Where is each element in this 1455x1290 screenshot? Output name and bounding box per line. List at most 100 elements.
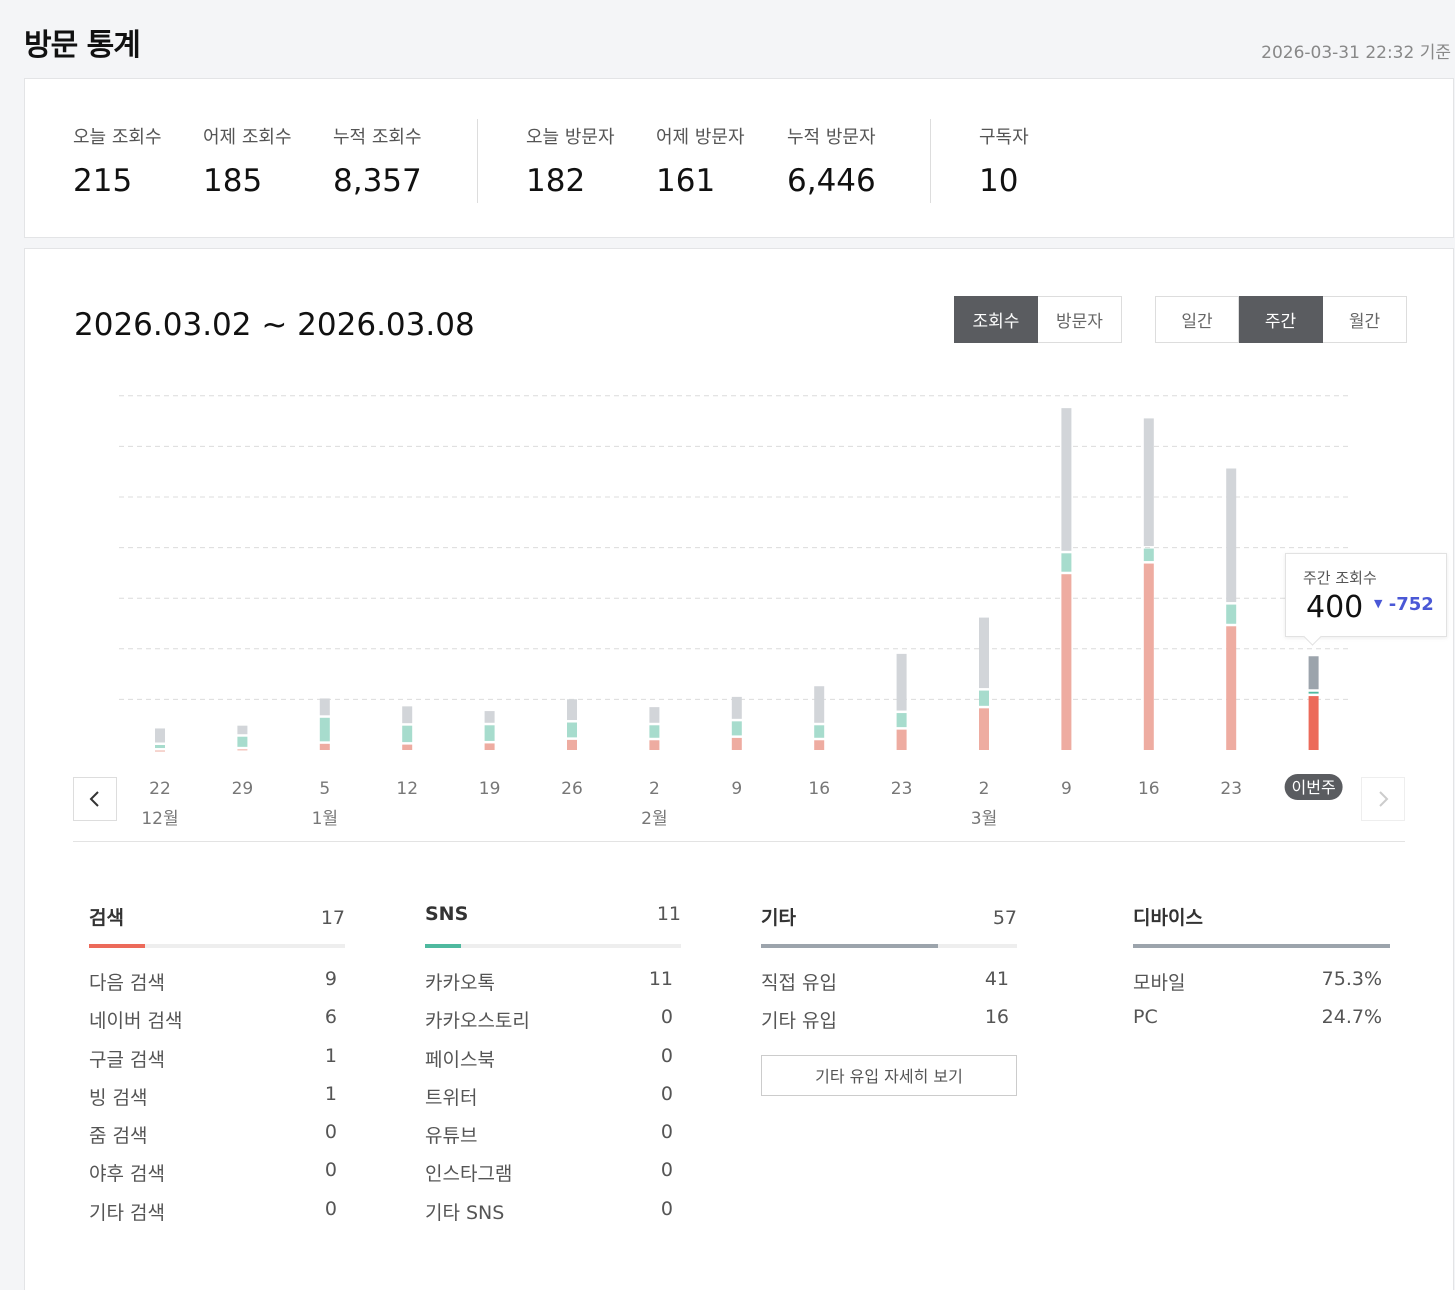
list-item: 네이버 검색 6 [89,1006,345,1044]
x-tick-label: 19 [479,779,501,799]
list-item: 야후 검색 0 [89,1159,345,1197]
item-label: 카카오톡 [425,972,495,994]
bar-other [896,653,907,711]
item-label: 카카오스토리 [425,1010,530,1033]
bar-sns [649,725,660,738]
x-tick-label: 23 [1220,779,1242,799]
list-item: PC 24.7% [1133,1006,1390,1044]
down-triangle-icon: ▼ [1374,597,1383,610]
bar-search [155,750,165,752]
stat-value: 161 [656,163,716,199]
list-item: 모바일 75.3% [1133,968,1390,1006]
bar-sns [1061,553,1072,572]
list-item: 빙 검색 1 [89,1083,345,1121]
bar-other [567,699,577,721]
stat-total-views: 누적 조회수 8,357 [333,123,422,199]
search-share-bar [89,944,345,948]
item-label: 직접 유입 [761,972,837,994]
bar-search [1308,696,1319,750]
item-value: 6 [324,1006,337,1029]
bar-sns [1226,604,1237,624]
item-value: 0 [660,1159,673,1182]
bar-sns [1308,691,1319,694]
bar-sns [731,721,742,736]
other-detail-button[interactable]: 기타 유입 자세히 보기 [761,1054,1017,1096]
tooltip-delta: ▼ -752 [1374,594,1434,615]
bar-sns [896,713,907,728]
chart-panel: 2026.03.02 ~ 2026.03.08 조회수 방문자 일간 주간 월간… [24,248,1454,1290]
tooltip-value: 400 [1306,590,1364,625]
sns-share-bar [425,944,681,948]
stat-value: 215 [73,163,133,199]
stat-today-views: 오늘 조회수 215 [73,123,162,199]
search-share-fill [89,944,146,948]
bar-other [1061,408,1072,551]
bar-other [1308,656,1319,690]
bar-other [155,728,165,743]
bar-other [731,696,742,719]
stat-yesterday-views: 어제 조회수 185 [203,123,292,199]
bar-search [1226,626,1237,750]
search-breakdown: 검색 17 다음 검색 9 네이버 검색 6 구글 검색 1 빙 검색 1 줌 검색 0 야후 검색… [89,903,345,1236]
x-tick-label: 9 [1061,779,1072,799]
x-tick-label: 16 [1138,779,1160,799]
next-period-button[interactable] [1361,777,1405,821]
divider [930,119,931,203]
item-value: 9 [324,968,337,990]
list-item: 인스타그램 0 [425,1159,681,1197]
bar-sns [567,722,577,738]
list-item: 다음 검색 9 [89,968,345,1006]
item-value: 0 [324,1197,337,1220]
item-value: 0 [324,1159,337,1182]
month-label: 3월 [971,809,997,829]
item-value: 1 [324,1044,337,1067]
list-item: 줌 검색 0 [89,1121,345,1159]
bar-other [237,725,248,735]
item-value: 75.3% [1321,968,1382,990]
item-label: 기타 SNS [425,1201,505,1224]
bar-sns [155,745,165,749]
bar-search [567,739,577,750]
bar-other [1226,468,1237,603]
list-item: 기타 유입 16 [761,1006,1017,1044]
bar-search [1061,574,1072,750]
other-share-fill [761,944,938,948]
other-title: 기타 [761,907,796,929]
item-label: 네이버 검색 [89,1010,183,1033]
stat-label: 구독자 [979,127,1029,148]
month-label: 2월 [641,809,667,829]
stat-value: 182 [526,163,586,199]
month-label: 1월 [312,809,338,829]
bar-sns [402,725,413,743]
chevron-right-icon [1379,791,1389,807]
bar-search [1143,563,1154,750]
divider [477,119,478,203]
summary-panel: 오늘 조회수 215 어제 조회수 185 누적 조회수 8,357 오늘 방문… [24,78,1454,238]
item-label: 트위터 [425,1086,478,1109]
bar-other [319,698,330,716]
device-title: 디바이스 [1133,907,1203,929]
bar-other [979,617,989,689]
weekly-chart: 22 12월 29 5 1월 12 19 26 2 2월 9 16 23 2 3월 9 16 23 이번주 [25,249,1455,849]
item-label: 유튜브 [425,1125,478,1148]
stat-subscribers: 구독자 10 [979,123,1029,199]
item-label: 야후 검색 [89,1163,165,1186]
chevron-left-icon [89,791,99,807]
x-tick-label: 이번주 [1292,778,1336,797]
item-value: 0 [660,1044,673,1067]
bar-other [484,711,495,723]
stat-value: 6,446 [787,163,876,199]
x-tick-label: 29 [232,779,254,799]
other-total: 57 [992,907,1017,929]
bar-search [731,737,742,750]
list-item: 트위터 0 [425,1083,681,1121]
device-share-fill [1133,944,1390,948]
list-item: 카카오스토리 0 [425,1006,681,1044]
bar-search [484,743,495,750]
item-value: 0 [324,1121,337,1144]
bar-search [814,740,825,750]
prev-period-button[interactable] [73,777,117,821]
list-item: 유튜브 0 [425,1121,681,1159]
list-item: 직접 유입 41 [761,968,1017,1006]
bar-other [402,706,413,724]
